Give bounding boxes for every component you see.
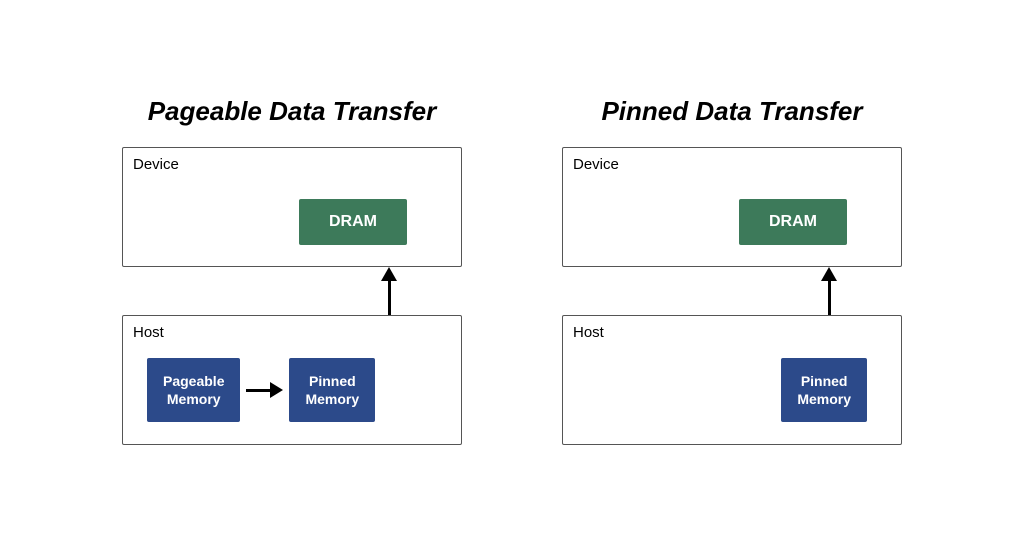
pinned-device-label: Device [573,156,619,173]
pageable-vertical-arrow-container [122,267,462,315]
pinned-dram-block: DRAM [739,199,847,245]
pinned-host-inner: PinnedMemory [577,328,887,422]
pageable-memory-block: PageableMemory [147,358,240,422]
pinned-host-label: Host [573,324,604,341]
pinned-vertical-arrow [821,267,837,315]
pageable-host-label: Host [133,324,164,341]
pinned-device-box: Device DRAM [562,147,902,267]
pinned-vertical-arrow-container [562,267,902,315]
pinned-arrow-head [821,267,837,281]
pageable-h-arrow-line [246,389,270,392]
main-container: Pageable Data Transfer Device DRAM Host … [82,76,942,465]
pinned-memory-block: PinnedMemory [781,358,867,422]
pageable-horizontal-arrow [246,382,283,398]
pageable-diagram: Pageable Data Transfer Device DRAM Host … [102,96,482,445]
pageable-pinned-memory-block: PinnedMemory [289,358,375,422]
pinned-title: Pinned Data Transfer [601,96,862,127]
pinned-host-box: Host PinnedMemory [562,315,902,445]
pageable-vertical-arrow [381,267,397,315]
pageable-device-label: Device [133,156,179,173]
pinned-diagram: Pinned Data Transfer Device DRAM Host Pi… [542,96,922,445]
pageable-arrow-head [381,267,397,281]
pageable-title: Pageable Data Transfer [148,96,437,127]
pageable-device-box: Device DRAM [122,147,462,267]
pageable-arrow-line [388,281,391,315]
pageable-h-arrow-head [270,382,283,398]
pageable-dram-block: DRAM [299,199,407,245]
pinned-arrow-line [828,281,831,315]
pageable-host-inner: PageableMemory PinnedMemory [137,328,447,422]
pageable-host-box: Host PageableMemory PinnedMemory [122,315,462,445]
